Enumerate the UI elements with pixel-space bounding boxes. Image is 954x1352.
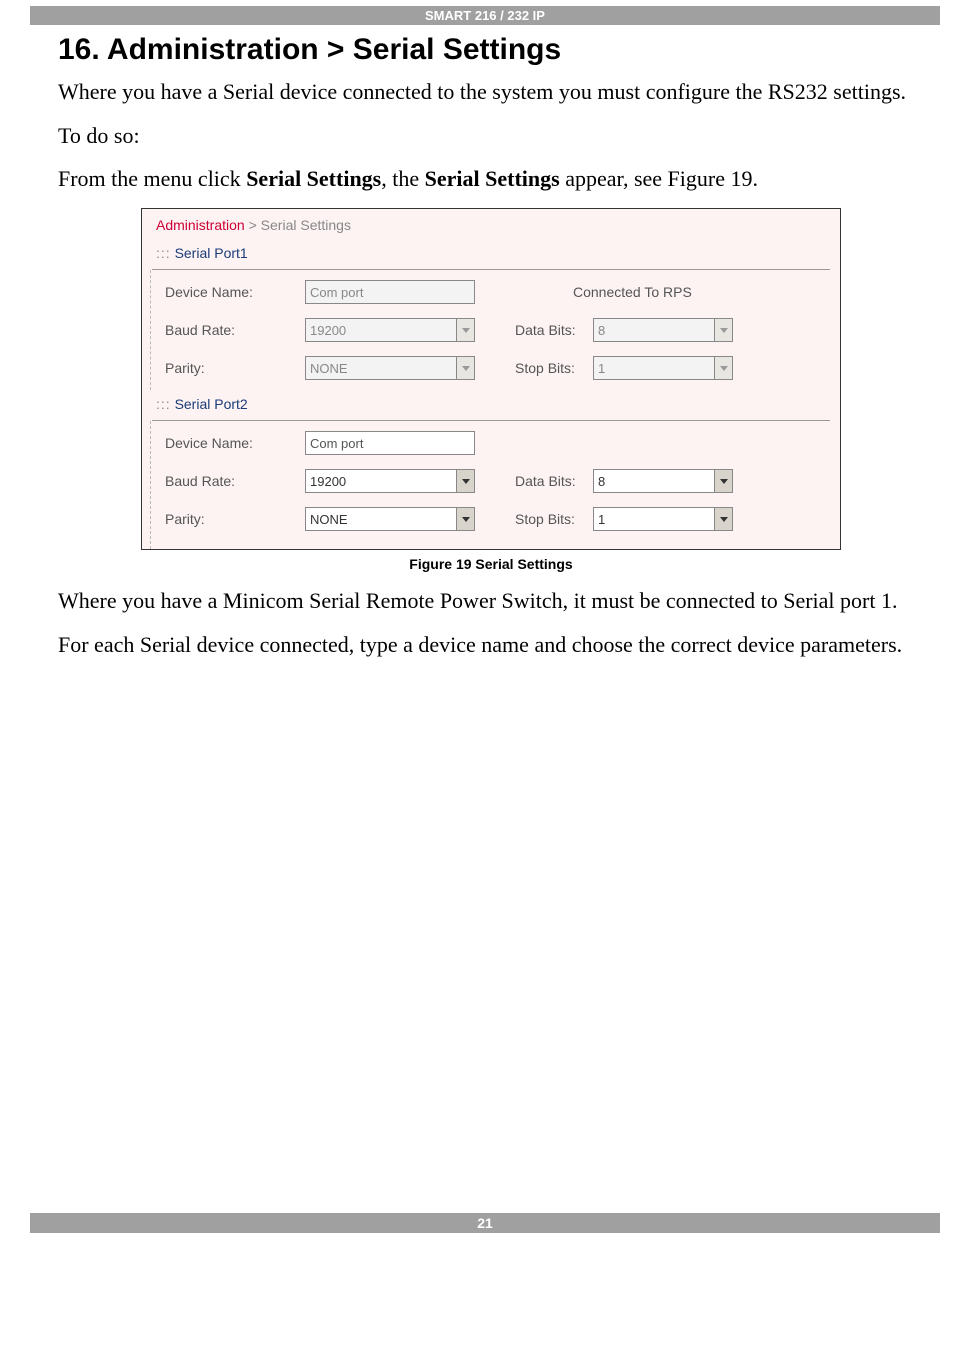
port2-stopbits-select[interactable]: 1 xyxy=(593,507,733,531)
chevron-down-icon xyxy=(714,357,732,379)
chevron-down-icon xyxy=(714,470,732,492)
chevron-down-icon xyxy=(456,470,474,492)
chevron-down-icon xyxy=(714,508,732,530)
paragraph-note1: Where you have a Minicom Serial Remote P… xyxy=(58,586,924,616)
port2-baud-label: Baud Rate: xyxy=(165,473,305,489)
port2-form: Device Name: Baud Rate: 19200 Data Bits:… xyxy=(150,421,840,549)
port1-heading: ::: Serial Port1 xyxy=(142,239,840,269)
paragraph-note2: For each Serial device connected, type a… xyxy=(58,630,924,660)
grip-icon: ::: xyxy=(156,245,171,261)
chevron-down-icon xyxy=(456,319,474,341)
port1-device-label: Device Name: xyxy=(165,284,305,300)
port1-baud-label: Baud Rate: xyxy=(165,322,305,338)
port2-databits-select[interactable]: 8 xyxy=(593,469,733,493)
breadcrumb: Administration > Serial Settings xyxy=(142,209,840,239)
paragraph-intro: Where you have a Serial device connected… xyxy=(58,77,924,107)
page-number: 21 xyxy=(30,1213,940,1233)
port2-device-name-input[interactable] xyxy=(305,431,475,455)
settings-panel: Administration > Serial Settings ::: Ser… xyxy=(141,208,841,550)
port2-device-label: Device Name: xyxy=(165,435,305,451)
chevron-down-icon xyxy=(456,508,474,530)
port1-stopbits-label: Stop Bits: xyxy=(515,360,593,376)
paragraph-instruction: From the menu click Serial Settings, the… xyxy=(58,164,924,194)
port1-status: Connected To RPS xyxy=(573,284,692,300)
port1-baud-select: 19200 xyxy=(305,318,475,342)
port1-device-name-input xyxy=(305,280,475,304)
port1-form: Device Name: Connected To RPS Baud Rate:… xyxy=(150,270,840,390)
port2-stopbits-label: Stop Bits: xyxy=(515,511,593,527)
chevron-down-icon xyxy=(714,319,732,341)
document-content: 16. Administration > Serial Settings Whe… xyxy=(0,25,954,693)
port1-databits-select: 8 xyxy=(593,318,733,342)
breadcrumb-admin: Administration xyxy=(156,217,245,233)
port1-parity-select: NONE xyxy=(305,356,475,380)
figure-caption: Figure 19 Serial Settings xyxy=(58,556,924,572)
port2-parity-label: Parity: xyxy=(165,511,305,527)
breadcrumb-page: Serial Settings xyxy=(261,217,351,233)
port1-databits-label: Data Bits: xyxy=(515,322,593,338)
document-header: SMART 216 / 232 IP xyxy=(30,6,940,25)
port2-parity-select[interactable]: NONE xyxy=(305,507,475,531)
section-title: 16. Administration > Serial Settings xyxy=(58,33,924,67)
port2-databits-label: Data Bits: xyxy=(515,473,593,489)
paragraph-todo: To do so: xyxy=(58,121,924,151)
grip-icon: ::: xyxy=(156,396,171,412)
port2-baud-select[interactable]: 19200 xyxy=(305,469,475,493)
port2-heading: ::: Serial Port2 xyxy=(142,390,840,420)
port1-stopbits-select: 1 xyxy=(593,356,733,380)
port1-parity-label: Parity: xyxy=(165,360,305,376)
chevron-down-icon xyxy=(456,357,474,379)
